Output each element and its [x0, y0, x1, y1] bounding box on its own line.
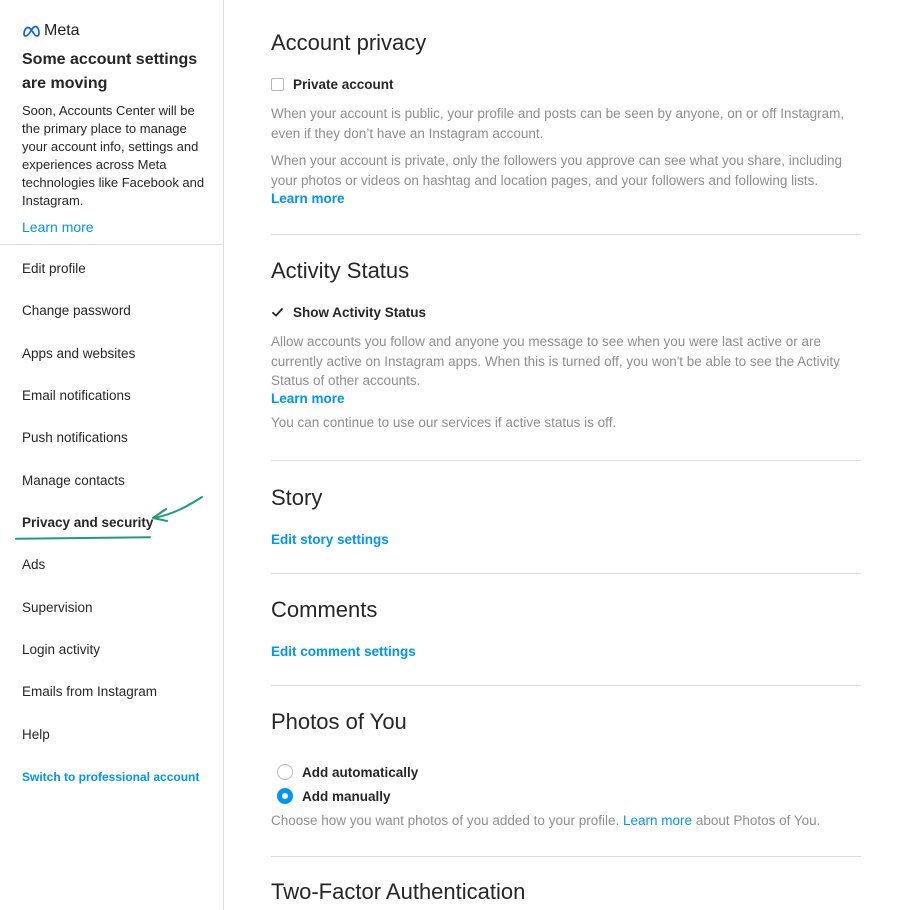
- section-divider: [271, 685, 861, 686]
- add-manually-option[interactable]: Add manually: [277, 788, 861, 804]
- account-privacy-learn-more[interactable]: Learn more: [271, 191, 861, 206]
- add-manually-radio[interactable]: [277, 788, 293, 804]
- meta-logo-text: Meta: [44, 22, 80, 39]
- section-divider: [271, 234, 861, 235]
- account-privacy-title: Account privacy: [271, 30, 427, 55]
- add-automatically-option[interactable]: Add automatically: [277, 764, 861, 780]
- comments-title: Comments: [271, 597, 378, 622]
- meta-learn-more-link[interactable]: Learn more: [22, 219, 205, 235]
- add-automatically-radio[interactable]: [277, 764, 293, 780]
- two-factor-title: Two-Factor Authentication: [271, 879, 526, 904]
- private-account-row[interactable]: Private account: [271, 77, 861, 92]
- show-activity-status-checkbox[interactable]: [271, 306, 284, 319]
- sidebar-item-change-password[interactable]: Change password: [22, 303, 131, 318]
- sidebar-item-edit-profile[interactable]: Edit profile: [22, 261, 86, 276]
- add-automatically-label: Add automatically: [302, 764, 419, 780]
- sidebar-item-ads[interactable]: Ads: [22, 557, 45, 572]
- photos-of-you-title: Photos of You: [271, 709, 407, 734]
- story-section: Story Edit story settings: [271, 484, 861, 547]
- meta-logo: Meta: [22, 20, 205, 42]
- photos-of-you-section: Photos of You Add automatically Add manu…: [271, 708, 861, 831]
- comments-section: Comments Edit comment settings: [271, 596, 861, 659]
- activity-status-note: You can continue to use our services if …: [271, 414, 617, 430]
- photos-of-you-help-suffix: about Photos of You.: [695, 813, 821, 828]
- settings-sidebar: Meta Some account settings are moving So…: [0, 0, 224, 910]
- sidebar-item-apps-and-websites[interactable]: Apps and websites: [22, 346, 135, 361]
- meta-card-description: Soon, Accounts Center will be the primar…: [22, 103, 205, 208]
- show-activity-status-row[interactable]: Show Activity Status: [271, 305, 861, 320]
- edit-story-settings-link[interactable]: Edit story settings: [271, 532, 861, 547]
- account-privacy-section: Account privacy Private account When you…: [271, 29, 861, 206]
- meta-accounts-center-card: Meta Some account settings are moving So…: [0, 0, 223, 235]
- annotation-underline: [14, 536, 152, 540]
- sidebar-item-supervision[interactable]: Supervision: [22, 600, 93, 615]
- photos-of-you-help: Choose how you want photos of you added …: [271, 811, 861, 831]
- sidebar-item-email-notifications[interactable]: Email notifications: [22, 388, 131, 403]
- account-privacy-private-text: When your account is private, only the f…: [271, 153, 843, 188]
- checkmark-icon: [272, 308, 283, 317]
- add-manually-label: Add manually: [302, 788, 391, 804]
- edit-comment-settings-link[interactable]: Edit comment settings: [271, 644, 861, 659]
- meta-card-title: Some account settings are moving: [22, 51, 198, 92]
- sidebar-item-login-activity[interactable]: Login activity: [22, 642, 100, 657]
- sidebar-item-emails-from-instagram[interactable]: Emails from Instagram: [22, 684, 157, 699]
- meta-infinity-icon: [23, 25, 40, 37]
- sidebar-item-push-notifications[interactable]: Push notifications: [22, 430, 128, 445]
- section-divider: [271, 856, 861, 857]
- sidebar-item-help[interactable]: Help: [22, 727, 50, 742]
- section-divider: [271, 573, 861, 574]
- photos-of-you-learn-more[interactable]: Learn more: [623, 813, 692, 828]
- show-activity-status-label: Show Activity Status: [293, 305, 427, 320]
- activity-status-title: Activity Status: [271, 258, 410, 283]
- sidebar-item-manage-contacts[interactable]: Manage contacts: [22, 473, 125, 488]
- private-account-label: Private account: [293, 77, 394, 92]
- activity-status-section: Activity Status Show Activity Status All…: [271, 257, 861, 432]
- two-factor-section: Two-Factor Authentication: [271, 878, 861, 906]
- activity-status-description: Allow accounts you follow and anyone you…: [271, 334, 840, 388]
- photos-of-you-help-text: Choose how you want photos of you added …: [271, 813, 620, 828]
- annotation-arrow-icon: [152, 496, 203, 522]
- sidebar-divider: [0, 244, 223, 245]
- account-privacy-public-text: When your account is public, your profil…: [271, 106, 845, 141]
- sidebar-item-privacy-and-security[interactable]: Privacy and security: [22, 515, 153, 530]
- switch-to-professional-link[interactable]: Switch to professional account: [22, 770, 199, 784]
- section-divider: [271, 460, 861, 461]
- private-account-checkbox[interactable]: [271, 78, 284, 91]
- story-title: Story: [271, 485, 323, 510]
- activity-status-learn-more[interactable]: Learn more: [271, 391, 861, 406]
